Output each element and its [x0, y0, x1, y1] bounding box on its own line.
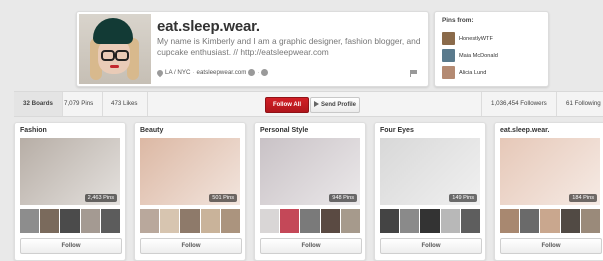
- location-pin-icon: [155, 68, 165, 77]
- follow-board-button[interactable]: Follow: [140, 238, 242, 254]
- board-title: Beauty: [140, 127, 164, 134]
- board-card[interactable]: Personal Style 948 Pins Follow: [254, 122, 366, 261]
- pin-count-badge: 2,463 Pins: [84, 194, 117, 202]
- board-thumbnail[interactable]: [440, 209, 460, 233]
- board-card[interactable]: Four Eyes 149 Pins Follow: [374, 122, 486, 261]
- board-title: Fashion: [20, 127, 47, 134]
- send-icon: [313, 101, 319, 108]
- pin-count-badge: 149 Pins: [449, 194, 477, 202]
- source-thumbnail: [442, 32, 455, 45]
- board-thumbnails: [20, 209, 121, 233]
- follow-board-button[interactable]: Follow: [500, 238, 602, 254]
- verified-icon: [248, 69, 256, 76]
- board-thumbnail[interactable]: [320, 209, 340, 233]
- source-label: Alicia Lund: [459, 69, 487, 76]
- board-thumbnail[interactable]: [560, 209, 580, 233]
- board-cover-image[interactable]: 149 Pins: [380, 138, 480, 205]
- board-thumbnail[interactable]: [20, 209, 40, 233]
- board-title: Personal Style: [260, 127, 309, 134]
- board-thumbnail[interactable]: [160, 209, 180, 233]
- board-thumbnails: [380, 209, 481, 233]
- flag-icon[interactable]: [410, 70, 418, 77]
- twitter-icon[interactable]: [261, 69, 269, 76]
- stat-likes[interactable]: 473 Likes: [102, 92, 148, 116]
- profile-name: eat.sleep.wear.: [157, 18, 260, 35]
- stat-pins[interactable]: 7,079 Pins: [55, 92, 104, 116]
- board-cover-image[interactable]: 2,463 Pins: [20, 138, 120, 205]
- board-thumbnail[interactable]: [340, 209, 361, 233]
- board-thumbnail[interactable]: [200, 209, 220, 233]
- profile-bio: My name is Kimberly and I am a graphic d…: [157, 36, 421, 57]
- source-thumbnail: [442, 49, 455, 62]
- source-thumbnail: [442, 66, 455, 79]
- avatar[interactable]: [79, 14, 151, 84]
- board-thumbnail[interactable]: [400, 209, 420, 233]
- board-thumbnail[interactable]: [140, 209, 160, 233]
- pin-count-badge: 501 Pins: [209, 194, 237, 202]
- source-label: Maia McDonald: [459, 52, 498, 59]
- board-thumbnails: [500, 209, 601, 233]
- board-thumbnail[interactable]: [40, 209, 60, 233]
- board-thumbnail[interactable]: [60, 209, 80, 233]
- pins-from-panel: Pins from: HonestlyWTF Maia McDonald Ali…: [434, 11, 549, 87]
- profile-meta: LA / NYC · eatsleepwear.com ·: [155, 68, 269, 77]
- board-card[interactable]: Beauty 501 Pins Follow: [134, 122, 246, 261]
- stat-following[interactable]: 61 Following: [556, 92, 603, 116]
- board-thumbnail[interactable]: [500, 209, 520, 233]
- pin-count-badge: 948 Pins: [329, 194, 357, 202]
- stat-followers[interactable]: 1,036,454 Followers: [481, 92, 556, 116]
- pins-from-title: Pins from:: [442, 17, 474, 24]
- follow-board-button[interactable]: Follow: [380, 238, 482, 254]
- pin-count-badge: 184 Pins: [569, 194, 597, 202]
- board-thumbnails: [260, 209, 361, 233]
- follow-board-button[interactable]: Follow: [260, 238, 362, 254]
- board-thumbnails: [140, 209, 241, 233]
- profile-website[interactable]: eatsleepwear.com: [197, 69, 247, 76]
- follow-board-button[interactable]: Follow: [20, 238, 122, 254]
- board-thumbnail[interactable]: [580, 209, 601, 233]
- board-thumbnail[interactable]: [420, 209, 440, 233]
- profile-card: eat.sleep.wear. My name is Kimberly and …: [76, 11, 429, 87]
- board-cover-image[interactable]: 184 Pins: [500, 138, 600, 205]
- board-cover-image[interactable]: 501 Pins: [140, 138, 240, 205]
- profile-location: LA / NYC: [165, 69, 191, 76]
- pins-from-source[interactable]: Maia McDonald: [442, 49, 498, 62]
- pins-from-source[interactable]: Alicia Lund: [442, 66, 486, 79]
- board-cover-image[interactable]: 948 Pins: [260, 138, 360, 205]
- board-thumbnail[interactable]: [300, 209, 320, 233]
- send-profile-button[interactable]: Send Profile: [310, 97, 360, 113]
- board-thumbnail[interactable]: [100, 209, 121, 233]
- board-thumbnail[interactable]: [180, 209, 200, 233]
- board-thumbnail[interactable]: [540, 209, 560, 233]
- board-card[interactable]: Fashion 2,463 Pins Follow: [14, 122, 126, 261]
- profile-stats-bar: 32 Boards 7,079 Pins 473 Likes Follow Al…: [14, 91, 603, 117]
- board-title: eat.sleep.wear.: [500, 127, 550, 134]
- board-thumbnail[interactable]: [260, 209, 280, 233]
- board-thumbnail[interactable]: [280, 209, 300, 233]
- board-thumbnail[interactable]: [460, 209, 481, 233]
- board-card[interactable]: eat.sleep.wear. 184 Pins Follow: [494, 122, 603, 261]
- board-thumbnail[interactable]: [520, 209, 540, 233]
- pins-from-source[interactable]: HonestlyWTF: [442, 32, 493, 45]
- follow-all-button[interactable]: Follow All: [265, 97, 309, 113]
- source-label: HonestlyWTF: [459, 35, 493, 42]
- board-title: Four Eyes: [380, 127, 414, 134]
- board-thumbnail[interactable]: [220, 209, 241, 233]
- board-thumbnail[interactable]: [380, 209, 400, 233]
- send-profile-label: Send Profile: [320, 102, 356, 108]
- board-thumbnail[interactable]: [80, 209, 100, 233]
